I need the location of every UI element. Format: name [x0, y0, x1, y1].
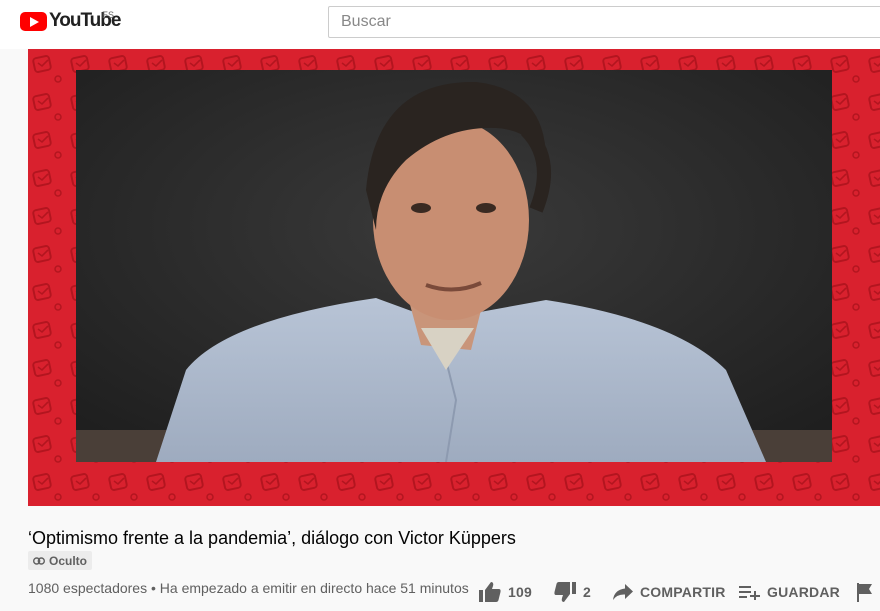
top-bar: YouTube ES [0, 0, 880, 49]
viewer-count: 1080 espectadores [28, 580, 148, 596]
like-button[interactable]: 109 [478, 578, 532, 606]
share-button[interactable]: COMPARTIR [612, 578, 726, 606]
playlist-add-icon [739, 586, 760, 600]
share-arrow-icon [613, 584, 633, 600]
flag-icon [857, 583, 872, 602]
search-input[interactable] [329, 7, 880, 37]
share-label: COMPARTIR [640, 584, 726, 600]
stream-start-info: Ha empezado a emitir en directo hace 51 … [159, 580, 469, 596]
save-label: GUARDAR [767, 584, 840, 600]
like-count: 109 [508, 584, 532, 600]
visibility-badge: Oculto [28, 551, 92, 570]
video-player[interactable] [28, 49, 880, 506]
video-frame[interactable] [76, 70, 832, 462]
speaker-image [76, 70, 832, 462]
video-title: ‘Optimismo frente a la pandemia’, diálog… [28, 528, 516, 548]
dislike-count: 2 [583, 584, 591, 600]
link-icon [33, 556, 45, 565]
visibility-label: Oculto [49, 553, 87, 568]
thumbs-down-icon [554, 582, 576, 602]
youtube-play-icon [20, 11, 47, 31]
report-button[interactable] [856, 578, 874, 606]
save-button[interactable]: GUARDAR [739, 578, 840, 606]
thumbs-up-icon [479, 582, 501, 602]
region-code: ES [102, 10, 115, 20]
meta-separator: • [150, 580, 156, 596]
video-meta: 1080 espectadores • Ha empezado a emitir… [28, 580, 469, 596]
search-box[interactable] [328, 6, 880, 38]
dislike-button[interactable]: 2 [553, 578, 591, 606]
